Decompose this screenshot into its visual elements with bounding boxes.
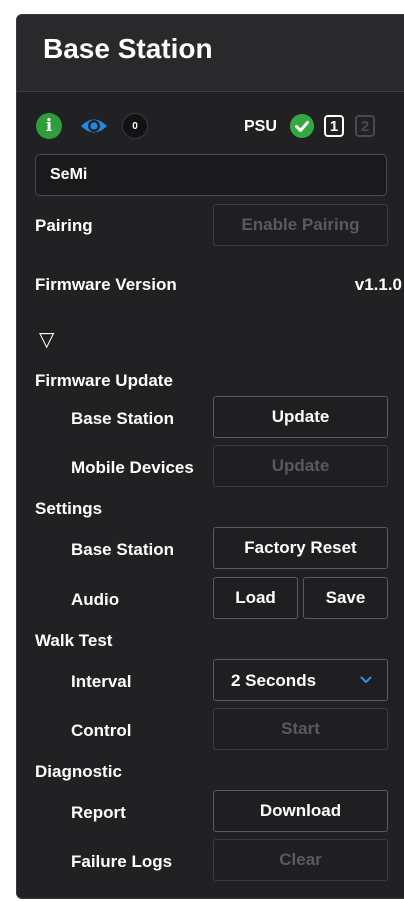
station-name-input[interactable] — [35, 154, 387, 196]
interval-label: Interval — [71, 672, 132, 691]
interval-selected-value: 2 Seconds — [231, 671, 317, 690]
firmware-version-label: Firmware Version — [35, 275, 177, 294]
start-walk-test-button[interactable]: Start — [213, 708, 388, 750]
firmware-update-heading: Firmware Update — [35, 371, 173, 390]
diagnostic-heading: Diagnostic — [35, 762, 122, 781]
eye-icon[interactable] — [79, 114, 109, 138]
download-report-button[interactable]: Download — [213, 790, 388, 832]
firmware-version-value: v1.1.0 — [354, 275, 402, 294]
interval-select[interactable]: 2 Seconds — [213, 659, 388, 701]
factory-reset-button[interactable]: Factory Reset — [213, 527, 388, 569]
chevron-down-icon — [359, 673, 373, 687]
page-title: Base Station — [43, 33, 213, 64]
walk-test-heading: Walk Test — [35, 631, 113, 650]
load-audio-button[interactable]: Load — [213, 577, 298, 619]
pairing-label: Pairing — [35, 216, 93, 235]
info-icon[interactable]: i — [36, 113, 62, 139]
fw-base-station-label: Base Station — [71, 409, 174, 428]
count-badge: 0 — [122, 113, 148, 139]
update-mobile-devices-button[interactable]: Update — [213, 445, 388, 487]
panel-header: Base Station — [17, 15, 404, 92]
check-circle-icon — [290, 114, 314, 138]
psu-1-indicator: 1 — [324, 115, 344, 137]
psu-label: PSU — [244, 118, 277, 135]
enable-pairing-button[interactable]: Enable Pairing — [213, 204, 388, 246]
save-audio-button[interactable]: Save — [303, 577, 388, 619]
clear-failure-logs-button[interactable]: Clear — [213, 839, 388, 881]
expand-toggle-icon[interactable]: ▽ — [39, 327, 54, 351]
update-base-station-button[interactable]: Update — [213, 396, 388, 438]
psu-2-indicator: 2 — [355, 115, 375, 137]
report-label: Report — [71, 803, 126, 822]
base-station-panel: Base Station i 0 PSU 1 2 Pairing Enable … — [16, 14, 404, 899]
failure-logs-label: Failure Logs — [71, 852, 173, 871]
control-label: Control — [71, 721, 132, 740]
settings-base-station-label: Base Station — [71, 540, 174, 559]
settings-heading: Settings — [35, 499, 103, 518]
fw-mobile-devices-label: Mobile Devices — [71, 458, 194, 477]
audio-label: Audio — [71, 590, 120, 609]
